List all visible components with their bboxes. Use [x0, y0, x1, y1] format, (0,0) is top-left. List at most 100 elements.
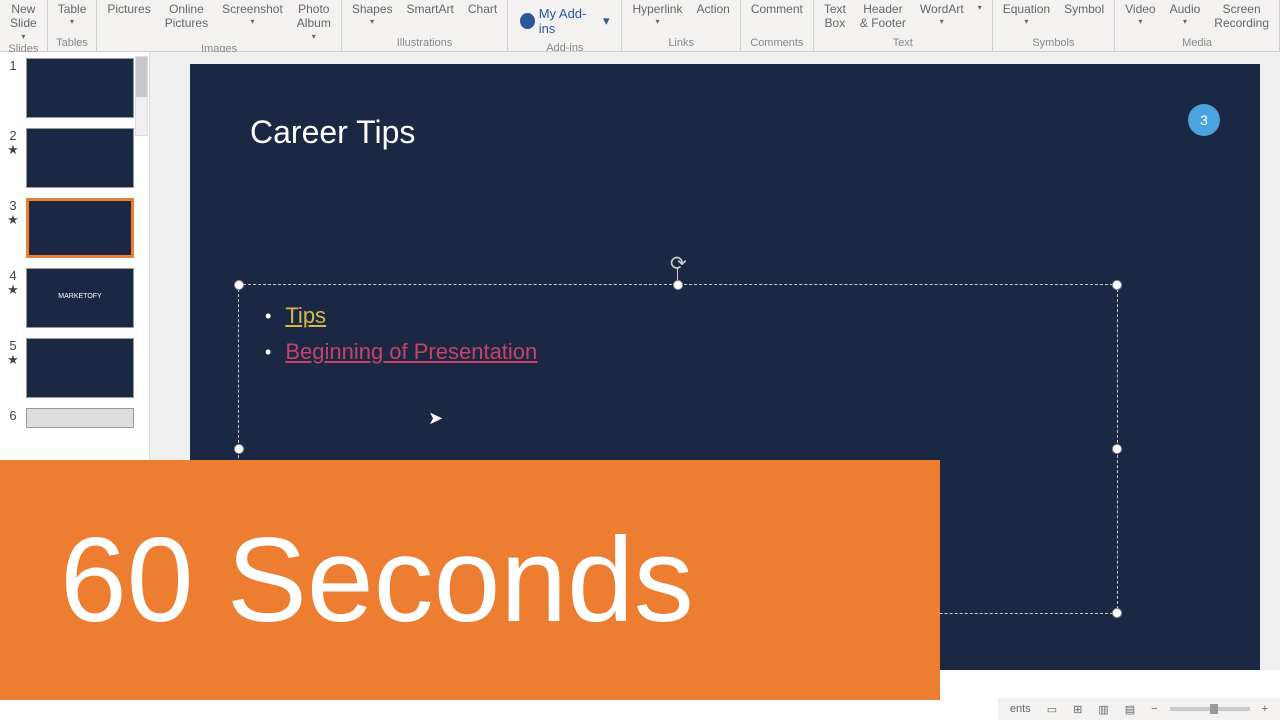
- animation-star-icon: ★: [7, 143, 19, 156]
- ribbon-group-label: Links: [626, 35, 735, 51]
- ribbon-group: Comment Comments: [741, 0, 814, 51]
- view-sorter-icon[interactable]: ⊞: [1069, 703, 1086, 716]
- animation-star-icon: ★: [7, 283, 19, 296]
- ribbon-group: Equation▾Symbol Symbols: [993, 0, 1115, 51]
- zoom-slider-handle[interactable]: [1210, 704, 1218, 714]
- chevron-down-icon: ▾: [603, 13, 610, 29]
- slide-number: 5: [9, 338, 16, 353]
- scrollbar-thumb[interactable]: [136, 57, 147, 97]
- addins-icon: [520, 13, 534, 29]
- slide-number-badge: 3: [1188, 104, 1220, 136]
- resize-handle[interactable]: [1112, 280, 1122, 290]
- slide-title: Career Tips: [250, 114, 1200, 151]
- ribbon-button[interactable]: Action: [690, 2, 735, 16]
- slide-thumbnail[interactable]: [26, 408, 134, 428]
- scrollbar[interactable]: [135, 56, 148, 136]
- slide-thumbnail[interactable]: [26, 128, 134, 188]
- ribbon-button[interactable]: ScreenRecording: [1208, 2, 1275, 31]
- slide-thumbnail[interactable]: [26, 198, 134, 258]
- chevron-down-icon: ▾: [21, 32, 25, 42]
- slide-number: 3: [9, 198, 16, 213]
- slide-number: 2: [9, 128, 16, 143]
- animation-star-icon: ★: [7, 213, 19, 226]
- ribbon-button[interactable]: Table▾: [52, 2, 93, 27]
- resize-handle[interactable]: [234, 444, 244, 454]
- ribbon: NewSlide▾SlidesTable▾TablesPicturesOnlin…: [0, 0, 1280, 52]
- ribbon-group-label: Tables: [52, 35, 93, 51]
- hyperlink-beginning[interactable]: Beginning of Presentation: [285, 339, 537, 365]
- ribbon-group-label: Symbols: [997, 35, 1110, 51]
- ribbon-button[interactable]: NewSlide▾: [4, 2, 43, 41]
- slide-number: 1: [9, 58, 16, 73]
- ribbon-group-label: Media: [1119, 35, 1275, 51]
- view-normal-icon[interactable]: ▭: [1043, 703, 1061, 716]
- ribbon-group: My Add-ins ▾Add-ins: [508, 0, 622, 51]
- chevron-down-icon: ▾: [1024, 17, 1028, 27]
- ribbon-button[interactable]: Header& Footer: [854, 2, 912, 31]
- ribbon-button[interactable]: WordArt▾: [914, 2, 970, 27]
- bullet-list[interactable]: Tips Beginning of Presentation ➤: [239, 285, 1117, 393]
- zoom-in-icon[interactable]: +: [1258, 703, 1272, 715]
- slide-thumbnail[interactable]: MARKETOFY: [26, 268, 134, 328]
- slide-thumbnail[interactable]: [26, 338, 134, 398]
- slide-thumbnail-row: 1: [4, 58, 145, 118]
- ribbon-group: Hyperlink▾Action Links: [622, 0, 740, 51]
- ribbon-button[interactable]: SmartArt: [401, 2, 460, 16]
- ribbon-group: PicturesOnlinePicturesScreenshot▾PhotoAl…: [97, 0, 341, 51]
- chevron-down-icon: ▾: [655, 17, 659, 27]
- slide-thumbnail-row: 2★: [4, 128, 145, 188]
- chevron-down-icon: ▾: [940, 17, 944, 27]
- ribbon-button[interactable]: OnlinePictures: [159, 2, 214, 31]
- ribbon-group-label: Illustrations: [346, 35, 503, 51]
- slide-number: 4: [9, 268, 16, 283]
- chevron-down-icon: ▾: [1138, 17, 1142, 27]
- slide-thumbnail-row: 5★: [4, 338, 145, 398]
- ribbon-button[interactable]: Audio▾: [1164, 2, 1207, 27]
- chevron-down-icon: ▾: [70, 17, 74, 27]
- resize-handle[interactable]: [673, 280, 683, 290]
- ribbon-button[interactable]: Equation▾: [997, 2, 1056, 27]
- chevron-down-icon: ▾: [370, 17, 374, 27]
- zoom-slider[interactable]: [1170, 707, 1250, 711]
- ribbon-button[interactable]: Screenshot▾: [216, 2, 289, 27]
- slide-thumbnail-row: 6: [4, 408, 145, 428]
- chevron-down-icon: ▾: [1183, 17, 1187, 27]
- ribbon-button[interactable]: Video▾: [1119, 2, 1161, 27]
- chevron-down-icon: ▾: [312, 32, 316, 42]
- chevron-down-icon: ▾: [978, 3, 982, 13]
- ribbon-group-label: Text: [818, 35, 988, 51]
- ribbon-button[interactable]: Shapes▾: [346, 2, 399, 27]
- ribbon-button[interactable]: ▾: [972, 2, 988, 13]
- list-item[interactable]: Beginning of Presentation ➤: [265, 339, 1091, 365]
- resize-handle[interactable]: [1112, 608, 1122, 618]
- status-bar: ents ▭ ⊞ ▥ ▤ − +: [998, 698, 1280, 720]
- slide-thumbnail-row: 3★: [4, 198, 145, 258]
- view-reading-icon[interactable]: ▥: [1094, 703, 1112, 716]
- my-addins-button[interactable]: My Add-ins ▾: [512, 2, 617, 40]
- mouse-cursor-icon: ➤: [428, 408, 443, 429]
- ribbon-button[interactable]: TextBox: [818, 2, 852, 31]
- slide-number: 6: [9, 408, 16, 423]
- rotate-handle-icon[interactable]: ⟳: [670, 251, 687, 276]
- ribbon-button[interactable]: Comment: [745, 2, 809, 16]
- overlay-text: 60 Seconds: [60, 511, 694, 649]
- view-slideshow-icon[interactable]: ▤: [1121, 703, 1139, 716]
- ribbon-button[interactable]: Symbol: [1058, 2, 1110, 16]
- hyperlink-tips[interactable]: Tips: [285, 303, 326, 329]
- status-ents: ents: [1006, 703, 1035, 715]
- overlay-banner: 60 Seconds: [0, 460, 940, 700]
- slide-thumbnail[interactable]: [26, 58, 134, 118]
- addins-label: My Add-ins: [539, 6, 597, 36]
- ribbon-button[interactable]: Chart: [462, 2, 503, 16]
- ribbon-group-label: Comments: [745, 35, 809, 51]
- ribbon-group: TextBoxHeader& FooterWordArt▾ ▾ Text: [814, 0, 993, 51]
- ribbon-button[interactable]: PhotoAlbum▾: [291, 2, 337, 41]
- ribbon-button[interactable]: Hyperlink▾: [626, 2, 688, 27]
- list-item[interactable]: Tips: [265, 303, 1091, 329]
- zoom-out-icon[interactable]: −: [1147, 703, 1161, 715]
- resize-handle[interactable]: [1112, 444, 1122, 454]
- rotate-line: [677, 267, 678, 281]
- resize-handle[interactable]: [234, 280, 244, 290]
- ribbon-group: Video▾Audio▾ScreenRecording Media: [1115, 0, 1280, 51]
- ribbon-button[interactable]: Pictures: [101, 2, 156, 16]
